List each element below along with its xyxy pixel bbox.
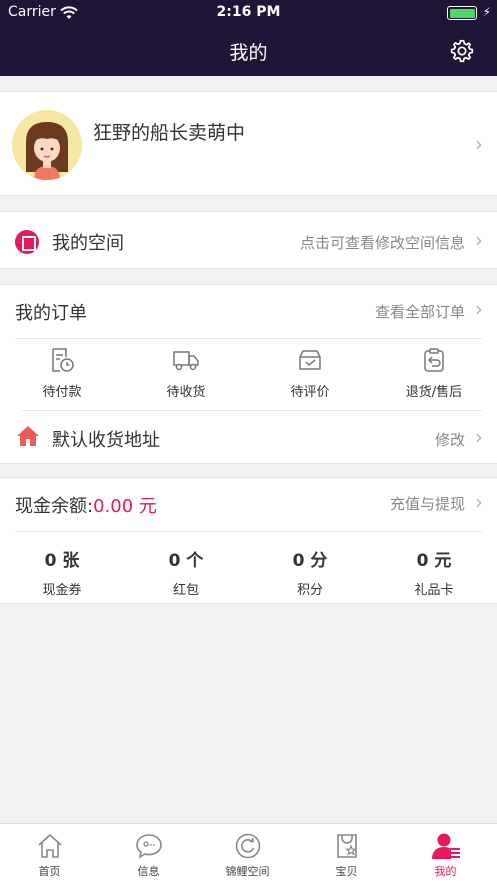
divider — [22, 410, 482, 411]
battery-icon — [447, 6, 477, 20]
page-title: 我的 — [229, 42, 268, 64]
cash-balance-value: 0.00 元 — [93, 496, 157, 517]
tab-messages[interactable]: 信息 — [99, 832, 198, 879]
stat-gift-cards[interactable]: 0 元 礼品卡 — [372, 546, 496, 598]
navigation-bar: 我的 — [0, 26, 497, 76]
divider — [15, 338, 482, 339]
stat-value: 0 元 — [416, 551, 452, 571]
cash-balance: 现金余额:0.00 元 — [15, 492, 157, 518]
stat-label: 积分 — [296, 583, 323, 598]
my-space-label: 我的空间 — [52, 233, 124, 254]
chevron-right-icon[interactable]: › — [475, 425, 483, 449]
wallet-card: 现金余额:0.00 元 充值与提现 › 0 张 现金券 0 个 红包 0 分 积… — [0, 477, 497, 604]
refresh-circle-icon — [235, 833, 260, 859]
home-address-icon — [17, 426, 39, 446]
chevron-right-icon[interactable]: › — [475, 228, 483, 252]
stat-value: 0 分 — [292, 551, 328, 571]
order-status-returns[interactable]: 退货/售后 — [372, 347, 496, 400]
chevron-right-icon[interactable]: › — [475, 297, 483, 321]
stat-label: 礼品卡 — [414, 583, 454, 598]
orders-title: 我的订单 — [15, 303, 87, 324]
my-space-row[interactable]: 我的空间 点击可查看修改空间信息 › — [0, 211, 497, 269]
home-icon — [37, 834, 62, 858]
order-status-label: 待收货 — [166, 385, 206, 400]
divider — [15, 531, 482, 532]
stat-label: 红包 — [172, 583, 199, 598]
stat-label: 现金券 — [42, 583, 82, 598]
order-status-label: 待评价 — [290, 385, 330, 400]
avatar-girl-illustration — [12, 110, 82, 180]
order-status-label: 退货/售后 — [405, 385, 463, 400]
space-badge-icon — [15, 230, 39, 254]
tab-label: 宝贝 — [335, 865, 358, 878]
order-status-label: 待付款 — [42, 385, 82, 400]
my-space-hint: 点击可查看修改空间信息 — [299, 234, 465, 252]
stat-value: 0 个 — [168, 551, 204, 571]
recharge-withdraw-link[interactable]: 充值与提现 — [390, 493, 465, 514]
charging-icon: ⚡ — [482, 5, 491, 19]
tab-me[interactable]: 我的 — [396, 832, 495, 879]
tab-home[interactable]: 首页 — [0, 832, 99, 879]
review-box-icon — [299, 350, 321, 370]
edit-address-link[interactable]: 修改 — [435, 429, 465, 450]
default-address-label[interactable]: 默认收货地址 — [52, 426, 160, 452]
chevron-right-icon[interactable]: › — [475, 132, 483, 156]
user-icon — [431, 833, 460, 859]
return-icon — [424, 348, 444, 372]
clock: 2:16 PM — [216, 4, 281, 20]
order-status-pending-payment[interactable]: 待付款 — [0, 347, 124, 400]
bill-clock-icon — [52, 348, 74, 372]
tab-bar: 首页 信息 锦鲤空间 宝贝 我的 — [0, 823, 497, 883]
stat-red-packets[interactable]: 0 个 红包 — [124, 546, 248, 598]
username: 狂野的船长卖萌中 — [93, 122, 246, 144]
stat-points[interactable]: 0 分 积分 — [248, 546, 372, 598]
view-all-orders-link[interactable]: 查看全部订单 — [375, 301, 465, 322]
tab-koi-space[interactable]: 锦鲤空间 — [198, 832, 297, 879]
status-bar: Carrier 2:16 PM ⚡ — [0, 0, 497, 26]
tab-label: 信息 — [137, 865, 160, 878]
bag-star-icon — [336, 834, 357, 858]
tab-label: 首页 — [38, 865, 61, 878]
tab-label: 锦鲤空间 — [225, 865, 270, 878]
settings-gear-icon[interactable] — [449, 38, 475, 64]
stat-cash-coupons[interactable]: 0 张 现金券 — [0, 546, 124, 598]
truck-icon — [173, 351, 199, 371]
cash-balance-label: 现金余额: — [15, 496, 94, 517]
orders-card: 我的订单 查看全部订单 › 待付款 待收货 待评价 退货/售后 默认收货地址 修… — [0, 284, 497, 464]
tab-label: 我的 — [434, 865, 457, 878]
tab-items[interactable]: 宝贝 — [297, 832, 396, 879]
order-status-awaiting-delivery[interactable]: 待收货 — [124, 347, 248, 400]
profile-card[interactable]: 狂野的船长卖萌中 › — [0, 91, 497, 196]
avatar[interactable] — [12, 110, 82, 180]
stat-value: 0 张 — [44, 551, 80, 571]
order-status-awaiting-review[interactable]: 待评价 — [248, 347, 372, 400]
chevron-right-icon[interactable]: › — [475, 490, 483, 514]
chat-icon — [135, 834, 162, 859]
